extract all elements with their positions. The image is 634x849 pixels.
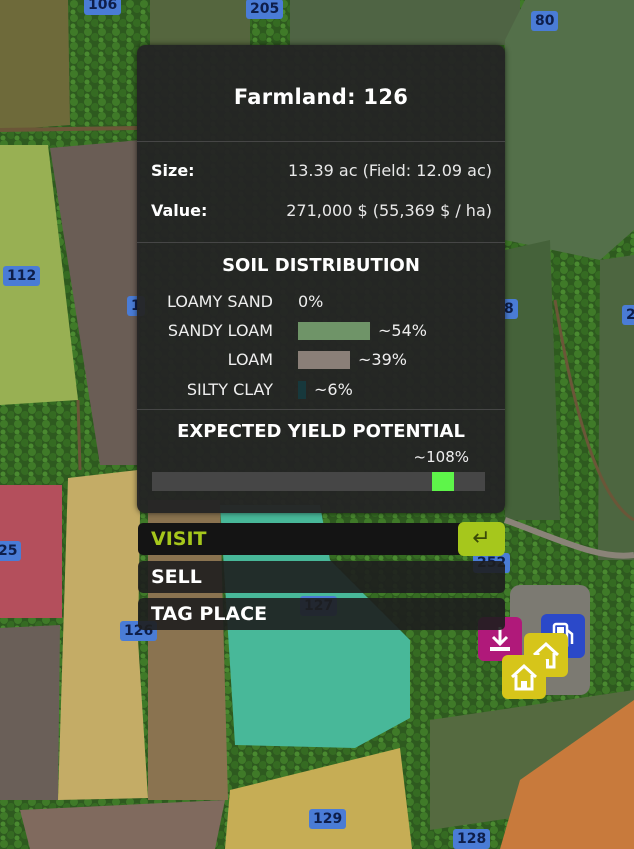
soil-percentage: ~39% [358, 350, 407, 369]
size-label: Size: [151, 161, 195, 180]
field-number-label: 129 [309, 809, 347, 829]
tag-place-button[interactable]: TAG PLACE [138, 598, 505, 630]
soil-bar [298, 351, 350, 369]
panel-title: Farmland: 126 [233, 85, 409, 109]
soil-name: SILTY CLAY [186, 380, 273, 399]
field-number-label: 205 [246, 0, 284, 19]
field-parcel[interactable] [0, 625, 60, 800]
soil-percentage: ~6% [314, 380, 353, 399]
soil-bar [298, 381, 306, 399]
enter-key-icon[interactable]: ↵ [458, 522, 505, 556]
soil-distribution-title: SOIL DISTRIBUTION [222, 255, 420, 276]
divider [137, 242, 505, 243]
sell-button[interactable]: SELL [138, 561, 505, 593]
soil-bar [298, 322, 370, 340]
yield-potential-title: EXPECTED YIELD POTENTIAL [177, 421, 465, 442]
farmland-info-panel: Farmland: 126 Size: 13.39 ac (Field: 12.… [137, 45, 505, 513]
field-parcel[interactable] [505, 0, 634, 260]
field-number-label: 25 [0, 541, 22, 561]
field-number-label: 128 [453, 829, 491, 849]
size-value: 13.39 ac (Field: 12.09 ac) [288, 161, 492, 180]
soil-name: SANDY LOAM [167, 321, 273, 340]
value-label: Value: [151, 201, 208, 220]
divider [137, 141, 505, 142]
field-number-label: 112 [3, 266, 41, 286]
field-parcel[interactable] [0, 0, 70, 130]
field-number-label: 106 [84, 0, 122, 15]
field-parcel[interactable] [290, 0, 520, 45]
soil-percentage: ~54% [378, 321, 427, 340]
visit-button[interactable]: VISIT [138, 523, 505, 555]
house-icon[interactable] [502, 655, 546, 699]
soil-name: LOAM [227, 350, 273, 369]
field-number-label: 80 [531, 11, 559, 31]
soil-name: LOAMY SAND [167, 292, 273, 311]
field-parcel[interactable] [598, 255, 634, 560]
yield-percentage: ~108% [413, 448, 469, 466]
soil-percentage: 0% [298, 292, 324, 311]
divider [137, 409, 505, 410]
field-parcel[interactable] [150, 0, 250, 45]
yield-bar-marker [432, 472, 454, 491]
field-number-label: 2 [622, 305, 634, 325]
value-value: 271,000 $ (55,369 $ / ha) [286, 201, 492, 220]
